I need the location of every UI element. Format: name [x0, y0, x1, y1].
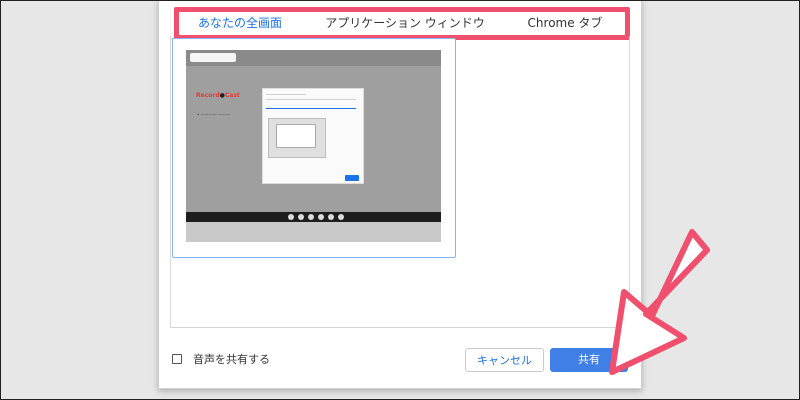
- image-border: [0, 0, 800, 400]
